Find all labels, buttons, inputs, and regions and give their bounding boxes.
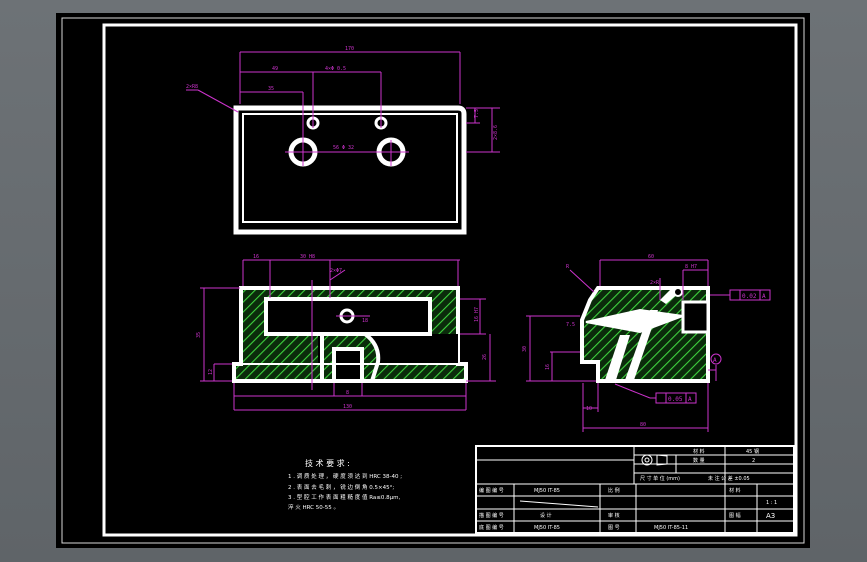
tolerance-value-2: 0.05 xyxy=(668,396,683,403)
dim-side-f: 16 xyxy=(545,364,551,370)
cad-canvas[interactable]: 170 49 4×Φ 0.5 35 2×R8 56 Φ 32 7.5 2×8.6 xyxy=(0,0,867,562)
dim-top-c: 35 xyxy=(268,86,274,92)
tolerance-datum-2: A xyxy=(688,396,692,403)
dim-top-a: 49 xyxy=(272,66,278,72)
tb-r1-value: MJ50 IT-85 xyxy=(534,488,560,494)
dim-front-h: 18 xyxy=(362,318,368,324)
tb-material-label: 材 料 xyxy=(693,448,705,455)
dim-top-r: 2×R8 xyxy=(186,84,198,90)
tb-r4-value: MJ50 IT-85 xyxy=(534,525,560,531)
dim-front-d: 35 xyxy=(196,332,202,338)
dim-front-b: 30 H8 xyxy=(300,254,315,260)
tech-req-line-1: 1 . 调 质 处 理 ， 硬 度 须 达 到 HRC 38-40 ; xyxy=(288,472,402,480)
tb-tol-note: 未 注 公 差 ±0.05 xyxy=(708,475,750,482)
tolerance-datum-1: A xyxy=(762,293,766,300)
tb-r3-label: 描 图 编 号 xyxy=(479,512,504,519)
tb-r1-mid: 比 例 xyxy=(608,487,620,494)
tech-req-title: 技 术 要 求 : xyxy=(305,458,350,468)
tb-qty-value: 2 xyxy=(752,458,755,464)
tb-unit-note: 尺 寸 单 位 (mm) xyxy=(640,475,680,482)
dim-side-total: 80 xyxy=(640,422,646,428)
dim-top-f: 2×8.6 xyxy=(493,125,499,140)
dim-front-i: 16 H7 xyxy=(474,307,480,322)
tb-r1-label: 编 图 编 号 xyxy=(479,487,504,494)
dim-front-f: 8 xyxy=(346,390,349,396)
tb-r3-mid: 审 核 xyxy=(608,512,620,519)
title-block: 材 料 45 钢 数 量 2 尺 寸 单 位 (mm) 未 注 公 差 ±0.0… xyxy=(475,445,795,534)
dim-side-b: 2×R xyxy=(650,280,660,286)
dim-front-total: 130 xyxy=(343,404,352,410)
tb-r3-right-value: A3 xyxy=(766,512,775,520)
dim-side-a: 60 xyxy=(648,254,654,260)
tb-r4-mid: 图 号 xyxy=(608,525,620,531)
dim-side-c: 8 H7 xyxy=(685,264,697,270)
tb-r2-value: 1 : 1 xyxy=(766,500,777,506)
tb-material-value: 45 钢 xyxy=(746,448,759,455)
tb-r2-label: 材 料 xyxy=(729,487,741,494)
dim-front-g: 12 xyxy=(208,369,214,375)
tb-r3-value: 设 计 xyxy=(540,512,552,519)
datum-label: A xyxy=(713,357,717,364)
dim-front-c: 2×Φ7 xyxy=(330,268,342,274)
tech-req-line-4: 淬 火 HRC 50-55 。 xyxy=(288,503,339,511)
tb-r4-code: MJ50 IT-85-11 xyxy=(654,525,688,531)
dim-side-d: 30 xyxy=(522,346,528,352)
tech-req-line-2: 2 . 表 面 去 毛 刺 ， 锐 边 倒 角 0.5×45°; xyxy=(288,483,394,491)
dim-side-g: 10 xyxy=(586,406,592,412)
dim-side-e: 7.5 xyxy=(566,322,575,328)
tb-qty-label: 数 量 xyxy=(693,457,705,464)
dim-top-d: 56 Φ 32 xyxy=(333,145,354,151)
tolerance-value-1: 0.02 xyxy=(742,293,757,300)
dim-top-e: 7.5 xyxy=(474,109,480,118)
dim-front-a: 16 xyxy=(253,254,259,260)
title-block-frame xyxy=(475,445,795,534)
dim-top-total: 170 xyxy=(345,46,354,52)
dim-front-e: 26 xyxy=(482,354,488,360)
tech-req-line-3: 3 . 型 腔 工 作 表 面 粗 糙 度 值 Ra≤0.8μm, xyxy=(288,493,401,501)
tb-r4-label: 底 图 编 号 xyxy=(479,524,504,531)
tb-r3-right: 图 幅 xyxy=(729,512,741,519)
dim-top-b: 4×Φ 0.5 xyxy=(325,66,346,72)
